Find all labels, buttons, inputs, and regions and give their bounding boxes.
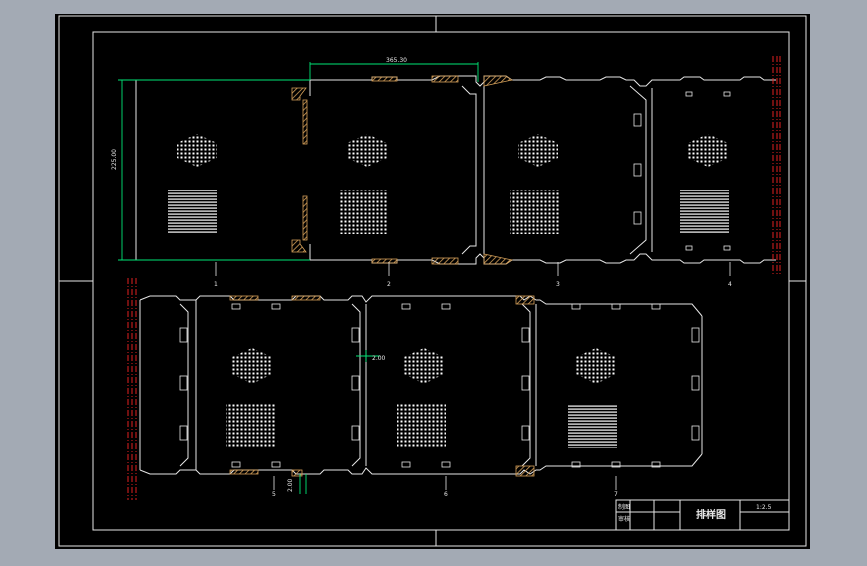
title-block-scale: 1:2.5	[756, 504, 772, 511]
dimension-top-width: 365.30	[386, 57, 407, 64]
dimension-bottom-gap: 2.00	[287, 478, 294, 492]
cad-drawing-viewport[interactable]: 365.30 225.00 1 2 3 4 2.00 2.00 5 6 7 排样…	[0, 0, 867, 562]
dimension-middle-gap: 2.00	[372, 355, 386, 362]
title-block-drafter-label: 制图	[618, 503, 630, 511]
panel-number-7: 7	[614, 491, 618, 498]
drawing-background	[55, 14, 810, 549]
drawing-canvas: 365.30 225.00 1 2 3 4 2.00 2.00 5 6 7 排样…	[55, 14, 810, 549]
dimension-left-height: 225.00	[111, 149, 118, 170]
panel-number-2: 2	[387, 281, 391, 288]
title-block-checker-label: 审核	[618, 515, 630, 523]
title-block-title: 排样图	[696, 508, 726, 521]
panel-number-6: 6	[444, 491, 448, 498]
panel-number-3: 3	[556, 281, 560, 288]
panel-number-4: 4	[728, 281, 732, 288]
panel-number-5: 5	[272, 491, 276, 498]
panel-number-1: 1	[214, 281, 218, 288]
